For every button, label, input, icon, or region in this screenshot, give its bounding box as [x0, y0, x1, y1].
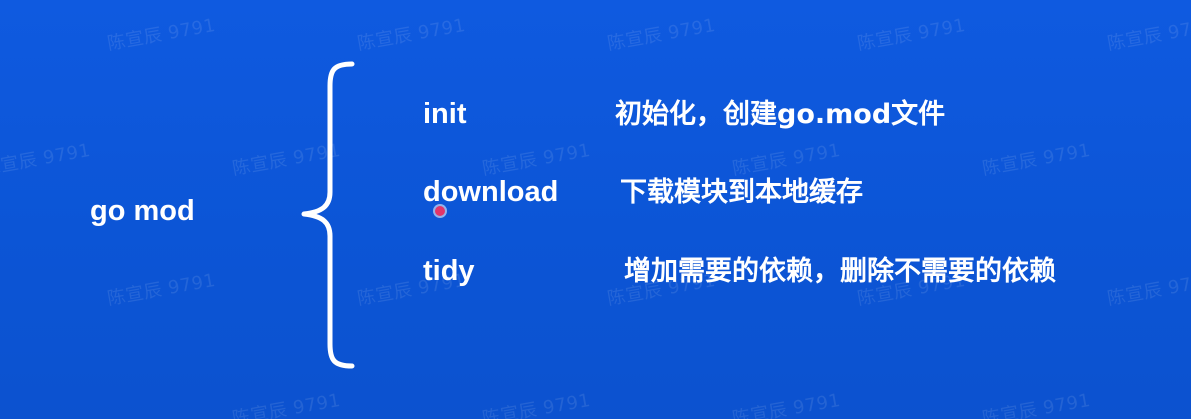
watermark-text: 陈宣辰 9791 [730, 389, 843, 419]
watermark-text: 陈宣辰 9791 [730, 139, 843, 180]
watermark-text: 陈宣辰 9791 [355, 14, 468, 55]
command-tidy: tidy [423, 255, 475, 287]
slide-canvas: 陈宣辰 9791 陈宣辰 9791 陈宣辰 9791 陈宣辰 9791 陈宣辰 … [0, 0, 1191, 419]
watermark-text: 陈宣辰 9791 [480, 389, 593, 419]
curly-brace-icon [301, 61, 355, 369]
watermark-text: 陈宣辰 9791 [230, 389, 343, 419]
watermark-text: 陈宣辰 9791 [855, 14, 968, 55]
command-download: download [423, 176, 559, 208]
watermark-text: 陈宣辰 9791 [980, 139, 1093, 180]
watermark-text: 陈宣辰 9791 [1105, 14, 1191, 55]
watermark-text: 陈宣辰 9791 [105, 269, 218, 310]
root-label-go-mod: go mod [90, 195, 195, 227]
command-init: init [423, 98, 467, 130]
watermark-text: 陈宣辰 9791 [105, 14, 218, 55]
watermark-text: 陈宣辰 9791 [1105, 269, 1191, 310]
watermark-text: 陈宣辰 9791 [605, 14, 718, 55]
watermark-text: 陈宣辰 9791 [0, 139, 93, 180]
mouse-cursor-indicator [435, 206, 445, 216]
command-init-description: 初始化，创建go.mod文件 [615, 99, 946, 130]
command-download-description: 下载模块到本地缓存 [620, 177, 863, 208]
watermark-text: 陈宣辰 9791 [980, 389, 1093, 419]
command-tidy-description: 增加需要的依赖，删除不需要的依赖 [624, 256, 1056, 287]
